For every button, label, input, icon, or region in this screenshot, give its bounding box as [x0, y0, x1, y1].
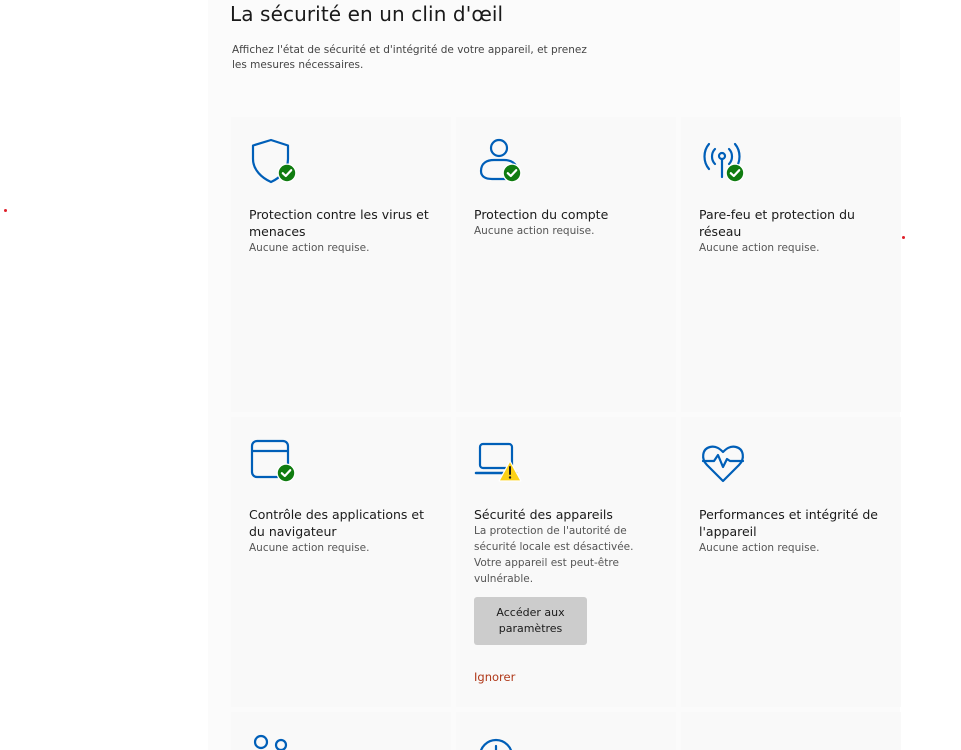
- tile-device-security[interactable]: Sécurité des appareils La protection de …: [456, 417, 676, 707]
- page-subtitle: Affichez l'état de sécurité et d'intégri…: [232, 44, 587, 71]
- tile-virus-threat-protection[interactable]: Protection contre les virus et menaces A…: [231, 117, 451, 412]
- tile-protection-history-partial[interactable]: [456, 712, 676, 750]
- person-icon: [479, 138, 522, 183]
- windows-security-home: La sécurité en un clin d'œil Affichez l'…: [0, 0, 961, 750]
- red-marker-dot: [4, 209, 7, 212]
- tile-title: Contrôle des applications et du navigate…: [249, 507, 424, 539]
- shield-icon: [251, 138, 297, 184]
- tile-firewall-network-protection[interactable]: Pare-feu et protection du réseau Aucune …: [681, 117, 901, 412]
- tile-device-performance-health[interactable]: Performances et intégrité de l'appareil …: [681, 417, 901, 707]
- page-title: La sécurité en un clin d'œil: [230, 2, 504, 26]
- tile-account-protection[interactable]: Protection du compte Aucune action requi…: [456, 117, 676, 412]
- tile-status: Aucune action requise.: [699, 242, 820, 254]
- history-icon: [479, 738, 513, 750]
- check-badge-icon: [277, 163, 297, 183]
- laptop-icon: [474, 442, 522, 482]
- tile-title: Performances et intégrité de l'appareil: [699, 507, 878, 539]
- tile-status: Aucune action requise.: [249, 542, 370, 554]
- tile-app-browser-control[interactable]: Contrôle des applications et du navigate…: [231, 417, 451, 707]
- dismiss-link[interactable]: Ignorer: [474, 670, 515, 684]
- red-marker-dot: [902, 236, 905, 239]
- family-icon: [253, 734, 288, 750]
- tile-status: Aucune action requise.: [699, 542, 820, 554]
- warning-triangle-icon: [498, 460, 522, 482]
- browser-window-icon: [250, 439, 296, 483]
- check-badge-icon: [725, 163, 745, 183]
- tile-status: La protection de l'autorité de sécurité …: [474, 525, 634, 585]
- heart-pulse-icon: [701, 445, 745, 483]
- tile-title: Sécurité des appareils: [474, 507, 613, 522]
- tile-title: Protection contre les virus et menaces: [249, 207, 429, 239]
- tile-status: Aucune action requise.: [249, 242, 370, 254]
- tile-family-options-partial[interactable]: [231, 712, 451, 750]
- check-badge-icon: [276, 463, 296, 483]
- tile-status: Aucune action requise.: [474, 225, 595, 237]
- tile-title: Protection du compte: [474, 207, 609, 222]
- check-badge-icon: [502, 163, 522, 183]
- tile-title: Pare-feu et protection du réseau: [699, 207, 855, 239]
- tile-empty-partial: [681, 712, 901, 750]
- wireless-antenna-icon: [703, 142, 745, 183]
- go-to-settings-button[interactable]: Accéder aux paramètres: [474, 597, 587, 645]
